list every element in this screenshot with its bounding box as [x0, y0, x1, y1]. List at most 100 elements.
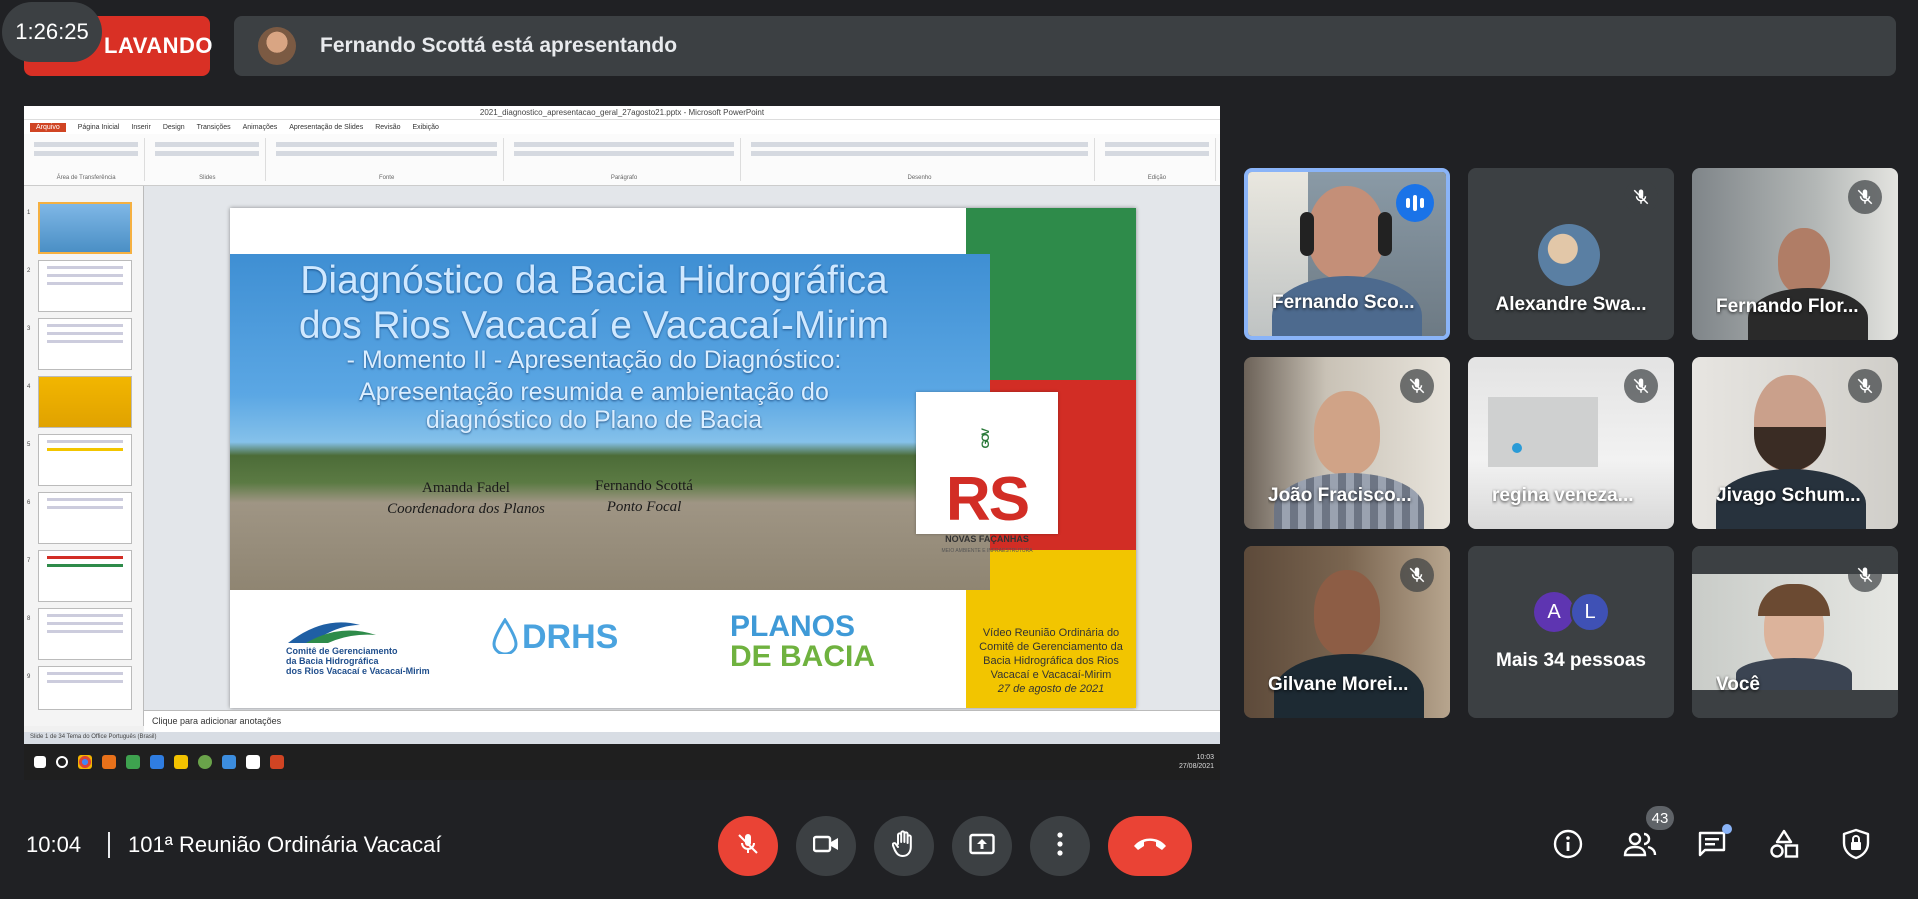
participant-name: Fernando Sco...: [1272, 292, 1415, 313]
leave-call-button[interactable]: [1108, 816, 1192, 876]
slide-canvas: Diagnóstico da Bacia Hidrográfica dos Ri…: [230, 208, 1136, 708]
rs-government-logo: GOVRS NOVAS FAÇANHAS MEIO AMBIENTE E INF…: [916, 392, 1058, 554]
meeting-title: 101ª Reunião Ordinária Vacacaí: [128, 832, 442, 857]
mic-off-icon: [736, 832, 760, 861]
ppt-tab: Animações: [242, 123, 278, 131]
taskbar-clock: 10:03 27/08/2021: [1178, 754, 1214, 770]
present-icon: [969, 833, 995, 860]
slide-title-line2: dos Rios Vacacaí e Vacacaí-Mirim: [298, 304, 890, 347]
windows-start-icon: [34, 756, 46, 768]
ppt-ribbon: Área de Transferência Slides Fonte Parág…: [24, 134, 1220, 186]
activities-button[interactable]: [1764, 826, 1804, 866]
participant-tile[interactable]: Você: [1692, 546, 1898, 718]
mic-off-icon: [1400, 369, 1434, 403]
mic-off-icon: [1400, 558, 1434, 592]
participant-tile[interactable]: Jivago Schum...: [1692, 357, 1898, 529]
participant-tile[interactable]: João Fracisco...: [1244, 357, 1450, 529]
ribbon-group: Edição: [1099, 138, 1217, 181]
folder-icon: [174, 755, 188, 769]
participant-tile[interactable]: Gilvane Morei...: [1244, 546, 1450, 718]
participant-name: Gilvane Morei...: [1268, 674, 1409, 695]
app-icon: [126, 755, 140, 769]
meeting-clock: 10:04: [26, 832, 82, 857]
app-icon: [102, 755, 116, 769]
presenter-avatar: [258, 27, 296, 65]
video-caption: Vídeo Reunião Ordinária do Comitê de Ger…: [979, 627, 1123, 695]
slide-thumbnail: [38, 550, 132, 602]
people-button[interactable]: [1620, 826, 1660, 866]
windows-taskbar: 10:03 27/08/2021: [24, 744, 1220, 780]
slide-thumbnail: [38, 492, 132, 544]
slide-subtitle-line3: diagnóstico do Plano de Bacia: [425, 406, 763, 434]
comite-logo-text: Comitê de Gerenciamento da Bacia Hidrogr…: [286, 646, 430, 676]
ppt-window-title: 2021_diagnostico_apresentacao_geral_27ag…: [24, 106, 1220, 120]
raise-hand-icon: [891, 829, 916, 863]
host-controls-icon: [1842, 828, 1870, 865]
slide-thumbnail: [38, 318, 132, 370]
participant-tile[interactable]: Fernando Flor...: [1692, 168, 1898, 340]
participant-name: Fernando Flor...: [1716, 296, 1859, 317]
search-icon: [56, 756, 68, 768]
author-2: Fernando Scottá Ponto Focal: [595, 478, 693, 515]
ppt-notes-pane: Clique para adicionar anotações: [144, 710, 1220, 732]
camera-toggle-button[interactable]: [796, 816, 856, 876]
camera-icon: [812, 834, 839, 859]
ppt-tab: Exibição: [412, 123, 439, 131]
people-icon: [1623, 831, 1657, 862]
ppt-tab: Design: [162, 123, 185, 131]
more-options-button[interactable]: [1030, 816, 1090, 876]
more-participants-tile[interactable]: A L Mais 34 pessoas: [1468, 546, 1674, 718]
ppt-tab: Revisão: [375, 123, 401, 131]
present-now-button[interactable]: [952, 816, 1012, 876]
planos-de-bacia-logo: PLANOS DE BACIA: [730, 610, 876, 673]
recording-label: LAVANDO: [104, 33, 214, 58]
participant-name: regina veneza...: [1492, 485, 1634, 506]
ppt-tab: Apresentação de Slides: [289, 123, 364, 131]
mic-off-icon: [1848, 369, 1882, 403]
people-count-badge: 43: [1646, 806, 1674, 830]
slide-subtitle-line1: - Momento II - Apresentação do Diagnósti…: [346, 346, 842, 374]
mic-toggle-button[interactable]: [718, 816, 778, 876]
more-options-icon: [1057, 831, 1063, 861]
presenting-text: Fernando Scottá está apresentando: [320, 34, 678, 57]
participant-avatar: [1538, 224, 1600, 286]
app-icon: [150, 755, 164, 769]
participant-avatar: A: [1534, 592, 1574, 632]
participant-tile[interactable]: Alexandre Swa...: [1468, 168, 1674, 340]
mic-off-icon: [1624, 369, 1658, 403]
drhs-logo: DRHS: [522, 618, 619, 656]
powerpoint-icon: [270, 755, 284, 769]
ppt-tab-file: Arquivo: [30, 122, 66, 132]
chat-icon: [1697, 830, 1727, 863]
participant-name: Jivago Schum...: [1716, 485, 1861, 506]
presenting-banner: Fernando Scottá está apresentando: [234, 16, 1896, 76]
raise-hand-button[interactable]: [874, 816, 934, 876]
author-1: Amanda Fadel Coordenadora dos Planos: [387, 480, 545, 517]
flag-green-strip: [966, 208, 1136, 380]
recording-timer: 1:26:25: [2, 2, 102, 62]
shared-screen[interactable]: 2021_diagnostico_apresentacao_geral_27ag…: [24, 106, 1220, 780]
divider: [108, 832, 110, 858]
slide-thumbnail: [38, 434, 132, 486]
activities-icon: [1769, 829, 1799, 864]
end-call-icon: [1132, 836, 1168, 857]
ribbon-group: Área de Transferência: [28, 138, 146, 181]
slide-thumbnails: 1 2 3 4 5 6 7 8 9: [24, 186, 144, 726]
ppt-statusbar: Slide 1 de 34 Tema do Office Português (…: [24, 732, 1220, 744]
speaking-indicator-icon: [1396, 184, 1434, 222]
slide-title-line1: Diagnóstico da Bacia Hidrográfica: [300, 259, 888, 302]
participant-name: João Fracisco...: [1268, 485, 1412, 506]
participant-tile[interactable]: Fernando Sco...: [1244, 168, 1450, 340]
slide-thumbnail: [38, 376, 132, 428]
ppt-tab: Inserir: [131, 123, 151, 131]
meeting-details-button[interactable]: [1548, 826, 1588, 866]
ppt-tab: Página Inicial: [77, 123, 120, 131]
ribbon-group: Slides: [149, 138, 267, 181]
comite-wave-logo: [284, 613, 394, 647]
water-drop-icon: [492, 617, 518, 656]
app-icon: [222, 755, 236, 769]
chat-notification-dot: [1722, 824, 1732, 834]
ribbon-group: Parágrafo: [508, 138, 742, 181]
participant-tile[interactable]: regina veneza...: [1468, 357, 1674, 529]
host-controls-button[interactable]: [1836, 826, 1876, 866]
